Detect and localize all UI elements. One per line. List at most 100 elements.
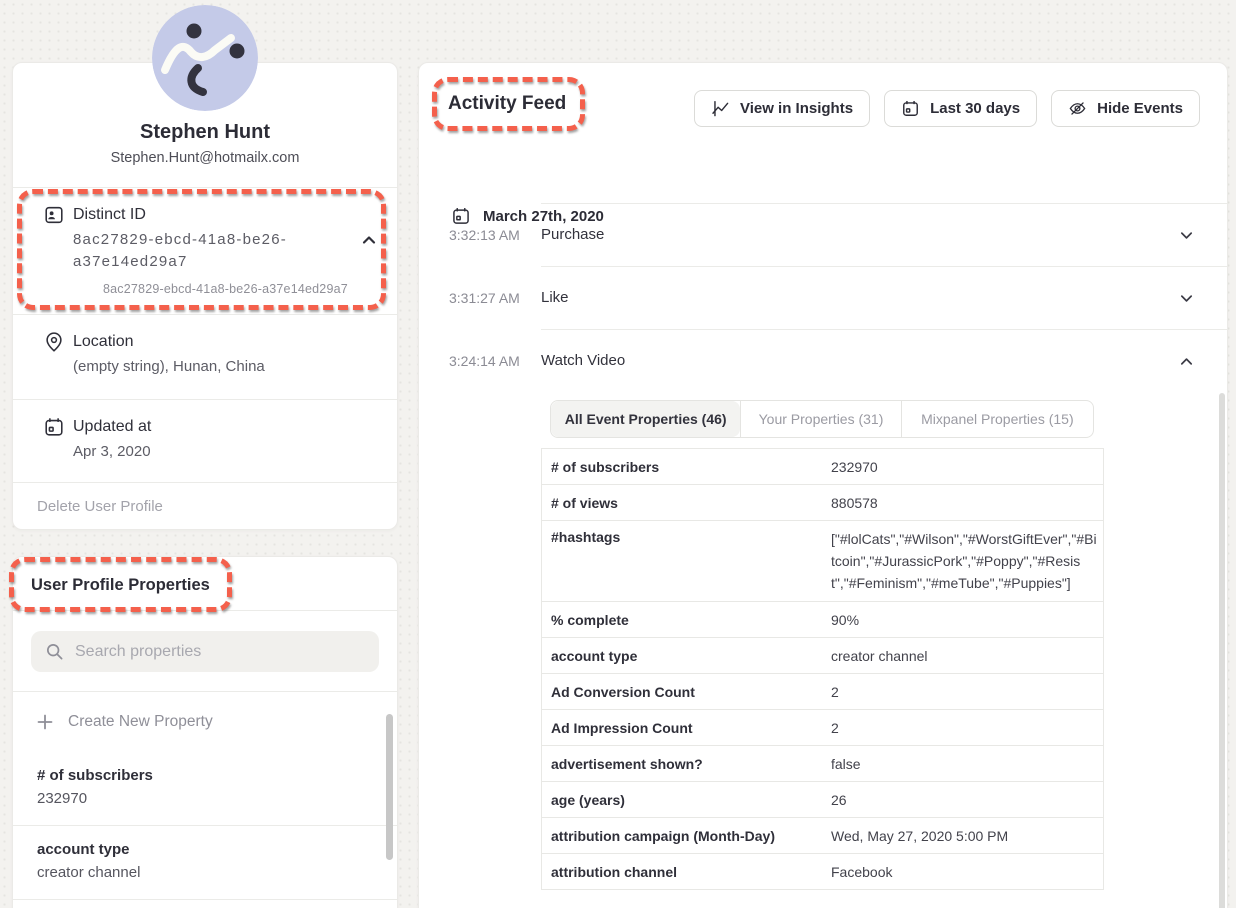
create-new-property-label: Create New Property: [68, 713, 213, 731]
view-in-insights-label: View in Insights: [740, 100, 853, 117]
distinct-id-value: 8ac27829-ebcd-41a8-be26-a37e14ed29a7: [73, 229, 323, 273]
date-range-label: Last 30 days: [930, 100, 1020, 117]
event-property-value: 26: [831, 792, 1103, 808]
table-row: attribution campaign (Month-Day) Wed, Ma…: [542, 818, 1103, 854]
chevron-up-icon[interactable]: [361, 232, 377, 248]
event-name: Like: [541, 289, 569, 306]
user-email: Stephen.Hunt@hotmailx.com: [13, 150, 397, 166]
chevron-down-icon[interactable]: [1179, 228, 1194, 243]
property-name: # of subscribers: [37, 767, 373, 784]
event-row-like[interactable]: 3:31:27 AM Like: [419, 266, 1227, 329]
event-property-value: Facebook: [831, 864, 1103, 880]
event-property-name: Ad Impression Count: [542, 720, 831, 736]
event-property-name: attribution channel: [542, 864, 831, 880]
profile-card: Stephen Hunt Stephen.Hunt@hotmailx.com D…: [12, 62, 398, 530]
event-property-value: ["#lolCats","#Wilson","#WorstGiftEver","…: [831, 528, 1103, 594]
table-row: advertisement shown? false: [542, 746, 1103, 782]
plus-icon: [37, 714, 53, 730]
activity-feed-title: Activity Feed: [448, 93, 566, 115]
event-property-name: Ad Conversion Count: [542, 684, 831, 700]
event-name: Watch Video: [541, 352, 625, 369]
chevron-up-icon[interactable]: [1179, 354, 1194, 369]
user-profile-properties-card: User Profile Properties Create New Prope…: [12, 556, 398, 908]
event-properties-table: # of subscribers 232970 # of views 88057…: [541, 448, 1104, 890]
search-properties-input[interactable]: [75, 643, 365, 661]
create-new-property-button[interactable]: Create New Property: [13, 692, 397, 752]
table-row: Ad Impression Count 2: [542, 710, 1103, 746]
table-row: age (years) 26: [542, 782, 1103, 818]
location-section: Location (empty string), Hunan, China: [13, 314, 397, 399]
event-property-name: # of subscribers: [542, 459, 831, 475]
event-time: 3:31:27 AM: [449, 290, 520, 306]
mixpanel-user-profile-page: Stephen Hunt Stephen.Hunt@hotmailx.com D…: [0, 0, 1236, 908]
search-icon: [45, 642, 64, 661]
calendar-icon: [901, 99, 920, 118]
event-property-value: creator channel: [831, 648, 1103, 664]
distinct-id-label: Distinct ID: [73, 204, 348, 226]
event-property-name: % complete: [542, 612, 831, 628]
line-chart-icon: [711, 99, 730, 118]
user-name: Stephen Hunt: [13, 121, 397, 144]
tab-your-properties[interactable]: Your Properties (31): [740, 401, 900, 437]
table-row: attribution channel Facebook: [542, 854, 1103, 890]
properties-panel-title: User Profile Properties: [13, 557, 397, 610]
activity-feed-card: Activity Feed View in Insights Last 30 d…: [418, 62, 1228, 908]
location-value: (empty string), Hunan, China: [73, 356, 265, 378]
search-properties-row: [13, 610, 397, 691]
search-properties-box[interactable]: [31, 631, 379, 672]
event-time: 3:32:13 AM: [449, 227, 520, 243]
hide-events-label: Hide Events: [1097, 100, 1183, 117]
profile-property-item: # of subscribers 232970: [13, 752, 397, 826]
property-name: account type: [37, 841, 373, 858]
table-row: #hashtags ["#lolCats","#Wilson","#WorstG…: [542, 521, 1103, 602]
activity-feed-scrollbar[interactable]: [1219, 393, 1225, 908]
date-range-button[interactable]: Last 30 days: [884, 90, 1037, 127]
updated-at-value: Apr 3, 2020: [73, 441, 151, 463]
event-property-value: 2: [831, 684, 1103, 700]
event-row-watch-video[interactable]: 3:24:14 AM Watch Video: [419, 329, 1227, 392]
badge-id-icon: [43, 204, 65, 226]
activity-toolbar: View in Insights Last 30 days Hide Event…: [694, 90, 1200, 127]
property-value: 232970: [37, 790, 373, 807]
event-row-purchase[interactable]: 3:32:13 AM Purchase: [419, 203, 1227, 266]
avatar: [152, 5, 258, 111]
event-property-value: 880578: [831, 495, 1103, 511]
divider: [541, 266, 1227, 267]
divider: [541, 329, 1227, 330]
calendar-icon: [43, 416, 65, 438]
map-pin-icon: [43, 331, 65, 353]
tab-all-event-properties[interactable]: All Event Properties (46): [551, 401, 740, 437]
properties-list-scrollbar[interactable]: [386, 714, 393, 860]
table-row: # of views 880578: [542, 485, 1103, 521]
delete-profile-section: Delete User Profile: [13, 482, 397, 531]
event-property-name: age (years): [542, 792, 831, 808]
profile-property-item: account type creator channel: [13, 826, 397, 900]
event-property-value: 232970: [831, 459, 1103, 475]
tab-mixpanel-properties[interactable]: Mixpanel Properties (15): [901, 401, 1093, 437]
event-property-value: 90%: [831, 612, 1103, 628]
event-property-name: #hashtags: [542, 528, 831, 545]
event-property-name: # of views: [542, 495, 831, 511]
divider: [541, 203, 1227, 204]
event-property-value: Wed, May 27, 2020 5:00 PM: [831, 828, 1103, 844]
view-in-insights-button[interactable]: View in Insights: [694, 90, 870, 127]
event-time: 3:24:14 AM: [449, 353, 520, 369]
updated-at-label: Updated at: [73, 416, 151, 438]
property-value: creator channel: [37, 864, 373, 881]
event-property-value: false: [831, 756, 1103, 772]
event-property-value: 2: [831, 720, 1103, 736]
table-row: account type creator channel: [542, 638, 1103, 674]
table-row: % complete 90%: [542, 602, 1103, 638]
delete-user-profile-button[interactable]: Delete User Profile: [37, 498, 163, 515]
event-properties-tabs: All Event Properties (46) Your Propertie…: [550, 400, 1094, 438]
table-row: Ad Conversion Count 2: [542, 674, 1103, 710]
distinct-id-full: 8ac27829-ebcd-41a8-be26-a37e14ed29a7: [103, 282, 348, 296]
event-property-name: account type: [542, 648, 831, 664]
eye-off-icon: [1068, 99, 1087, 118]
chevron-down-icon[interactable]: [1179, 291, 1194, 306]
table-row: # of subscribers 232970: [542, 449, 1103, 485]
hide-events-button[interactable]: Hide Events: [1051, 90, 1200, 127]
event-name: Purchase: [541, 226, 604, 243]
updated-at-section: Updated at Apr 3, 2020: [13, 399, 397, 482]
event-property-name: advertisement shown?: [542, 756, 831, 772]
